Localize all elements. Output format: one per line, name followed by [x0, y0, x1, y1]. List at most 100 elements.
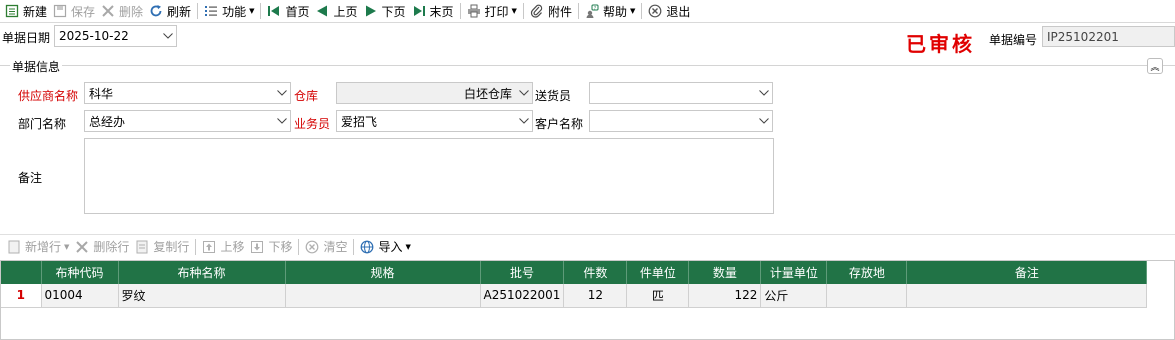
- salesman-select[interactable]: 爱招飞: [336, 110, 533, 132]
- column-header[interactable]: 数量: [688, 261, 762, 284]
- new-button[interactable]: 新建: [2, 1, 50, 22]
- detail-table: 布种代码 布种名称 规格 批号 件数 件单位 数量 计量单位 存放地 备注 1 …: [1, 261, 1148, 308]
- column-header[interactable]: 件数: [563, 261, 628, 284]
- row-number-cell[interactable]: 1: [1, 284, 42, 308]
- last-page-button[interactable]: 末页: [409, 1, 457, 22]
- first-page-button[interactable]: 首页: [264, 1, 312, 22]
- import-label: 导入: [378, 240, 403, 254]
- deliverer-label: 送货员: [535, 89, 572, 103]
- row-number-header: [1, 261, 42, 284]
- column-header[interactable]: 规格: [285, 261, 481, 284]
- piece-unit-cell[interactable]: 匹: [626, 284, 690, 308]
- chevron-down-icon: [274, 118, 290, 124]
- warehouse-select[interactable]: 白坯仓库: [336, 82, 533, 104]
- delete-row-button[interactable]: 删除行: [72, 236, 132, 257]
- clear-circle-x-icon: [304, 239, 320, 255]
- attachment-button[interactable]: 附件: [527, 1, 575, 22]
- column-header[interactable]: 批号: [480, 261, 565, 284]
- pieces-cell[interactable]: 12: [563, 284, 628, 308]
- toolbar-separator: [459, 3, 461, 19]
- doc-date-picker[interactable]: 2025-10-22: [54, 25, 177, 47]
- grid-toolbar: 新增行 ▼ 删除行 复制行 上移 下移 清空 导入 ▼: [0, 234, 1175, 258]
- exit-circle-x-icon: [647, 3, 663, 19]
- exit-button[interactable]: 退出: [645, 1, 693, 22]
- fabric-code-cell[interactable]: 01004: [41, 284, 119, 308]
- new-document-icon: [4, 3, 20, 19]
- batch-cell[interactable]: A251022001: [480, 284, 565, 308]
- copy-row-button[interactable]: 复制行: [132, 236, 192, 257]
- collapse-button[interactable]: ︽: [1147, 58, 1163, 74]
- column-header[interactable]: 布种名称: [118, 261, 286, 284]
- table-header-row: 布种代码 布种名称 规格 批号 件数 件单位 数量 计量单位 存放地 备注: [1, 261, 1148, 284]
- delete-x-icon: [100, 3, 116, 19]
- next-page-button[interactable]: 下页: [361, 1, 409, 22]
- location-cell[interactable]: [826, 284, 908, 308]
- clear-button[interactable]: 清空: [302, 236, 350, 257]
- supplier-select[interactable]: 科华: [84, 82, 291, 104]
- last-page-label: 末页: [429, 4, 454, 19]
- next-page-icon: [363, 3, 379, 19]
- help-label: 帮助: [602, 4, 627, 19]
- column-header[interactable]: 备注: [906, 261, 1148, 284]
- move-up-button[interactable]: 上移: [199, 236, 247, 257]
- supplier-label: 供应商名称: [18, 89, 79, 103]
- column-header[interactable]: 存放地: [826, 261, 908, 284]
- deliverer-select[interactable]: [589, 82, 773, 104]
- print-button[interactable]: 打印 ▼: [464, 1, 520, 22]
- dept-select[interactable]: 总经办: [84, 110, 291, 132]
- customer-label: 客户名称: [535, 117, 584, 131]
- dept-value: 总经办: [89, 114, 126, 129]
- help-user-icon: ?: [584, 3, 600, 19]
- quantity-cell[interactable]: 122: [688, 284, 762, 308]
- copy-row-label: 复制行: [153, 240, 190, 254]
- doc-number-value: IP25102201: [1047, 29, 1119, 44]
- supplier-value: 科华: [89, 86, 114, 101]
- delete-x-icon: [74, 239, 90, 255]
- spec-cell[interactable]: [285, 284, 481, 308]
- chevron-down-icon: [756, 90, 772, 96]
- add-row-button[interactable]: 新增行 ▼: [4, 236, 72, 257]
- memo-textarea[interactable]: [84, 138, 774, 214]
- help-button[interactable]: ? 帮助 ▼: [582, 1, 638, 22]
- double-chevron-up-icon: ︽: [1150, 62, 1160, 73]
- column-header[interactable]: 布种代码: [41, 261, 119, 284]
- main-toolbar: 新建 保存 删除 刷新 功能 ▼ 首页 上页 下页 末页 打印 ▼ 附件 ? 帮…: [0, 0, 1175, 23]
- save-button[interactable]: 保存: [50, 1, 98, 22]
- column-header[interactable]: 件单位: [626, 261, 690, 284]
- new-button-label: 新建: [23, 4, 48, 19]
- import-button[interactable]: 导入 ▼: [357, 236, 413, 257]
- doc-date-label: 单据日期: [2, 31, 51, 45]
- remark-cell[interactable]: [906, 284, 1148, 308]
- move-down-button[interactable]: 下移: [247, 236, 295, 257]
- chevron-down-icon: [516, 118, 532, 124]
- salesman-label: 业务员: [294, 117, 331, 131]
- table-row[interactable]: 1 01004 罗纹 A251022001 12 匹 122 公斤: [1, 284, 1148, 308]
- customer-select[interactable]: [589, 110, 773, 132]
- last-page-icon: [411, 3, 427, 19]
- unit-cell[interactable]: 公斤: [760, 284, 828, 308]
- refresh-button-label: 刷新: [167, 4, 192, 19]
- fabric-name-cell[interactable]: 罗纹: [118, 284, 286, 308]
- first-page-label: 首页: [285, 4, 310, 19]
- chevron-down-icon: [756, 118, 772, 124]
- delete-button[interactable]: 删除: [98, 1, 146, 22]
- refresh-button[interactable]: 刷新: [146, 1, 194, 22]
- dept-label: 部门名称: [18, 117, 67, 131]
- group-title: 单据信息: [10, 58, 63, 75]
- attachment-label: 附件: [547, 4, 572, 19]
- toolbar-separator: [353, 238, 355, 255]
- add-row-icon: [6, 239, 22, 255]
- dropdown-caret-icon: ▼: [511, 7, 517, 15]
- print-label: 打印: [484, 4, 509, 19]
- column-header[interactable]: 计量单位: [760, 261, 828, 284]
- chevron-down-icon: [516, 90, 532, 96]
- toolbar-separator: [195, 238, 197, 255]
- audited-stamp: 已审核: [906, 32, 975, 56]
- function-menu-button[interactable]: 功能 ▼: [201, 1, 257, 22]
- doc-number-field[interactable]: IP25102201: [1042, 26, 1175, 47]
- chevron-down-icon: [274, 90, 290, 96]
- prev-page-button[interactable]: 上页: [312, 1, 360, 22]
- toolbar-separator: [522, 3, 524, 19]
- move-up-label: 上移: [220, 240, 245, 254]
- paperclip-icon: [529, 3, 545, 19]
